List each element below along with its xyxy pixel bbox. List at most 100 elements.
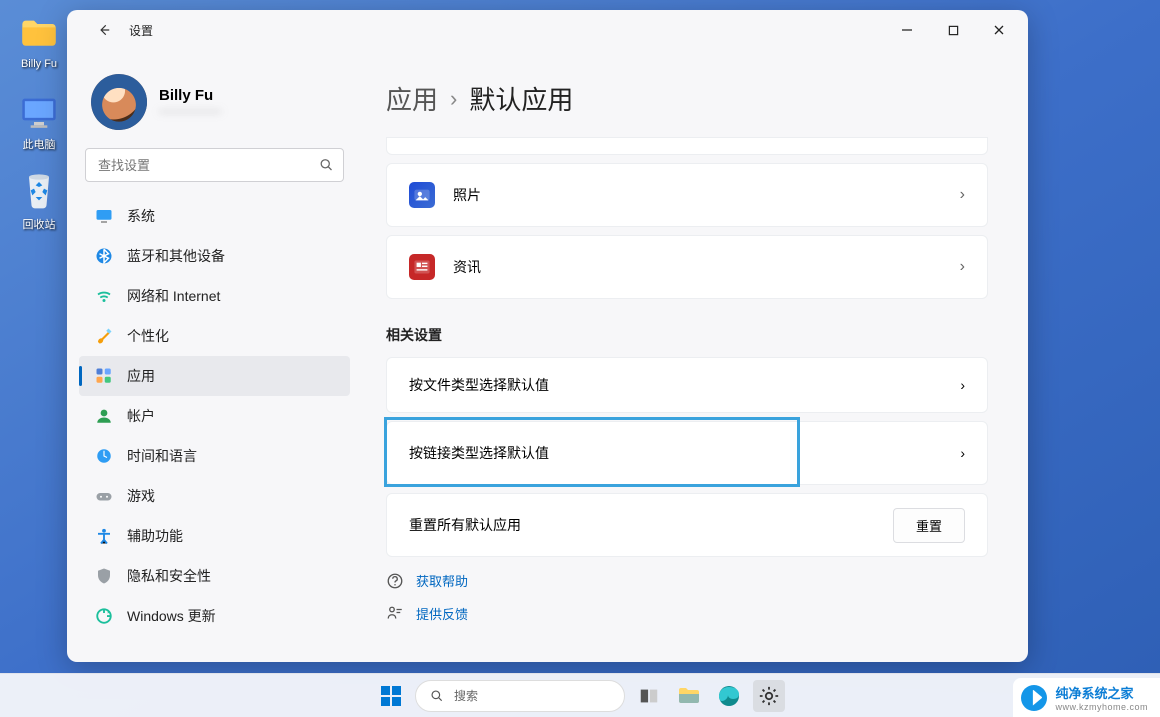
taskbar-explorer[interactable]: [673, 680, 705, 712]
sidebar-item-accounts[interactable]: 帐户: [79, 396, 350, 436]
chevron-right-icon: ›: [960, 377, 965, 393]
desktop-icon-folder[interactable]: Billy Fu: [10, 14, 68, 70]
system-icon: [95, 207, 113, 225]
setting-row-by-filetype[interactable]: 按文件类型选择默认值 ›: [386, 357, 988, 413]
taskbar: 搜索: [0, 673, 1160, 717]
sidebar-item-label: 应用: [127, 366, 155, 386]
taskview-icon: [638, 685, 660, 707]
breadcrumb: 应用 › 默认应用: [386, 80, 988, 117]
sidebar-item-network[interactable]: 网络和 Internet: [79, 276, 350, 316]
taskbar-search[interactable]: 搜索: [415, 680, 625, 712]
main-pane: 应用 › 默认应用 照片 › 资讯 › 相关设置 按文件类型选择默认值 ›: [362, 50, 1028, 662]
app-row-news[interactable]: 资讯 ›: [386, 235, 988, 299]
sidebar-item-label: 隐私和安全性: [127, 566, 211, 586]
sidebar-item-apps[interactable]: 应用: [79, 356, 350, 396]
sidebar: Billy Fu ──────── 系统 蓝牙和其他设备 网络和 Interne…: [67, 50, 362, 662]
related-settings-heading: 相关设置: [386, 325, 988, 345]
watermark-logo-icon: [1021, 685, 1047, 711]
brush-icon: [95, 327, 113, 345]
profile-email: ────────: [159, 106, 221, 118]
avatar: [91, 74, 147, 130]
app-row-label: 照片: [453, 185, 960, 205]
sidebar-item-bluetooth[interactable]: 蓝牙和其他设备: [79, 236, 350, 276]
link-label: 提供反馈: [416, 604, 468, 623]
sidebar-item-label: 网络和 Internet: [127, 286, 220, 306]
sidebar-item-label: 个性化: [127, 326, 169, 346]
sidebar-item-label: 帐户: [127, 406, 155, 426]
user-icon: [95, 407, 113, 425]
sidebar-item-time-language[interactable]: 时间和语言: [79, 436, 350, 476]
close-button[interactable]: [976, 15, 1022, 45]
setting-row-by-linktype[interactable]: 按链接类型选择默认值 ›: [386, 421, 988, 485]
taskbar-settings[interactable]: [753, 680, 785, 712]
watermark-text: 纯净系统之家: [1055, 683, 1148, 702]
watermark-url: www.kzmyhome.com: [1055, 702, 1148, 712]
sidebar-item-label: 蓝牙和其他设备: [127, 246, 225, 266]
windows-icon: [379, 684, 403, 708]
gear-icon: [758, 685, 780, 707]
watermark: 纯净系统之家 www.kzmyhome.com: [1013, 678, 1160, 717]
sidebar-item-gaming[interactable]: 游戏: [79, 476, 350, 516]
chevron-right-icon: ›: [960, 186, 965, 204]
breadcrumb-root[interactable]: 应用: [386, 80, 438, 117]
chevron-right-icon: ›: [450, 86, 457, 112]
search-field-wrap: [85, 148, 344, 182]
sidebar-item-system[interactable]: 系统: [79, 196, 350, 236]
update-icon: [95, 607, 113, 625]
shield-icon: [95, 567, 113, 585]
desktop-icon-recycle-bin[interactable]: 回收站: [10, 172, 68, 232]
gamepad-icon: [95, 487, 113, 505]
help-icon: [386, 572, 404, 590]
settings-window: 设置 Billy Fu ──────── 系统 蓝牙和其他: [67, 10, 1028, 662]
sidebar-item-label: 游戏: [127, 486, 155, 506]
breadcrumb-current: 默认应用: [469, 80, 573, 117]
sidebar-item-personalization[interactable]: 个性化: [79, 316, 350, 356]
minimize-button[interactable]: [884, 15, 930, 45]
feedback-link[interactable]: 提供反馈: [386, 604, 988, 623]
recycle-bin-icon: [19, 172, 59, 212]
accessibility-icon: [95, 527, 113, 545]
app-row-cut[interactable]: [386, 137, 988, 155]
window-title: 设置: [129, 22, 153, 39]
reset-button[interactable]: 重置: [893, 508, 965, 543]
titlebar: 设置: [67, 10, 1028, 50]
maximize-button[interactable]: [930, 15, 976, 45]
setting-row-reset-apps: 重置所有默认应用 重置: [386, 493, 988, 557]
apps-icon: [95, 367, 113, 385]
close-icon: [993, 24, 1005, 36]
arrow-left-icon: [97, 23, 111, 37]
taskbar-taskview[interactable]: [633, 680, 665, 712]
folder-icon: [19, 14, 59, 54]
news-app-icon: [409, 254, 435, 280]
sidebar-item-privacy[interactable]: 隐私和安全性: [79, 556, 350, 596]
desktop-icon-this-pc[interactable]: 此电脑: [10, 92, 68, 152]
sidebar-item-label: Windows 更新: [127, 606, 216, 626]
sidebar-item-windows-update[interactable]: Windows 更新: [79, 596, 350, 636]
setting-row-label: 重置所有默认应用: [409, 515, 893, 535]
link-label: 获取帮助: [416, 571, 468, 590]
taskbar-search-hint: 搜索: [454, 687, 478, 704]
folder-icon: [677, 684, 701, 708]
chevron-right-icon: ›: [960, 258, 965, 276]
maximize-icon: [948, 25, 959, 36]
desktop-icon-label: 此电脑: [10, 136, 68, 152]
search-input[interactable]: [85, 148, 344, 182]
desktop-icon-label: 回收站: [10, 216, 68, 232]
sidebar-item-accessibility[interactable]: 辅助功能: [79, 516, 350, 556]
wifi-icon: [95, 287, 113, 305]
app-row-photos[interactable]: 照片 ›: [386, 163, 988, 227]
back-button[interactable]: [89, 15, 119, 45]
desktop-icon-label: Billy Fu: [10, 58, 68, 70]
taskbar-edge[interactable]: [713, 680, 745, 712]
profile-section[interactable]: Billy Fu ────────: [79, 68, 350, 148]
app-row-label: 资讯: [453, 257, 960, 277]
globe-clock-icon: [95, 447, 113, 465]
start-button[interactable]: [375, 680, 407, 712]
pc-icon: [19, 92, 59, 132]
feedback-icon: [386, 605, 404, 623]
sidebar-item-label: 系统: [127, 206, 155, 226]
nav-list: 系统 蓝牙和其他设备 网络和 Internet 个性化 应用 帐户 时间和语言 …: [79, 196, 350, 636]
chevron-right-icon: ›: [960, 445, 965, 461]
setting-row-label: 按链接类型选择默认值: [409, 443, 960, 463]
help-link[interactable]: 获取帮助: [386, 571, 988, 590]
